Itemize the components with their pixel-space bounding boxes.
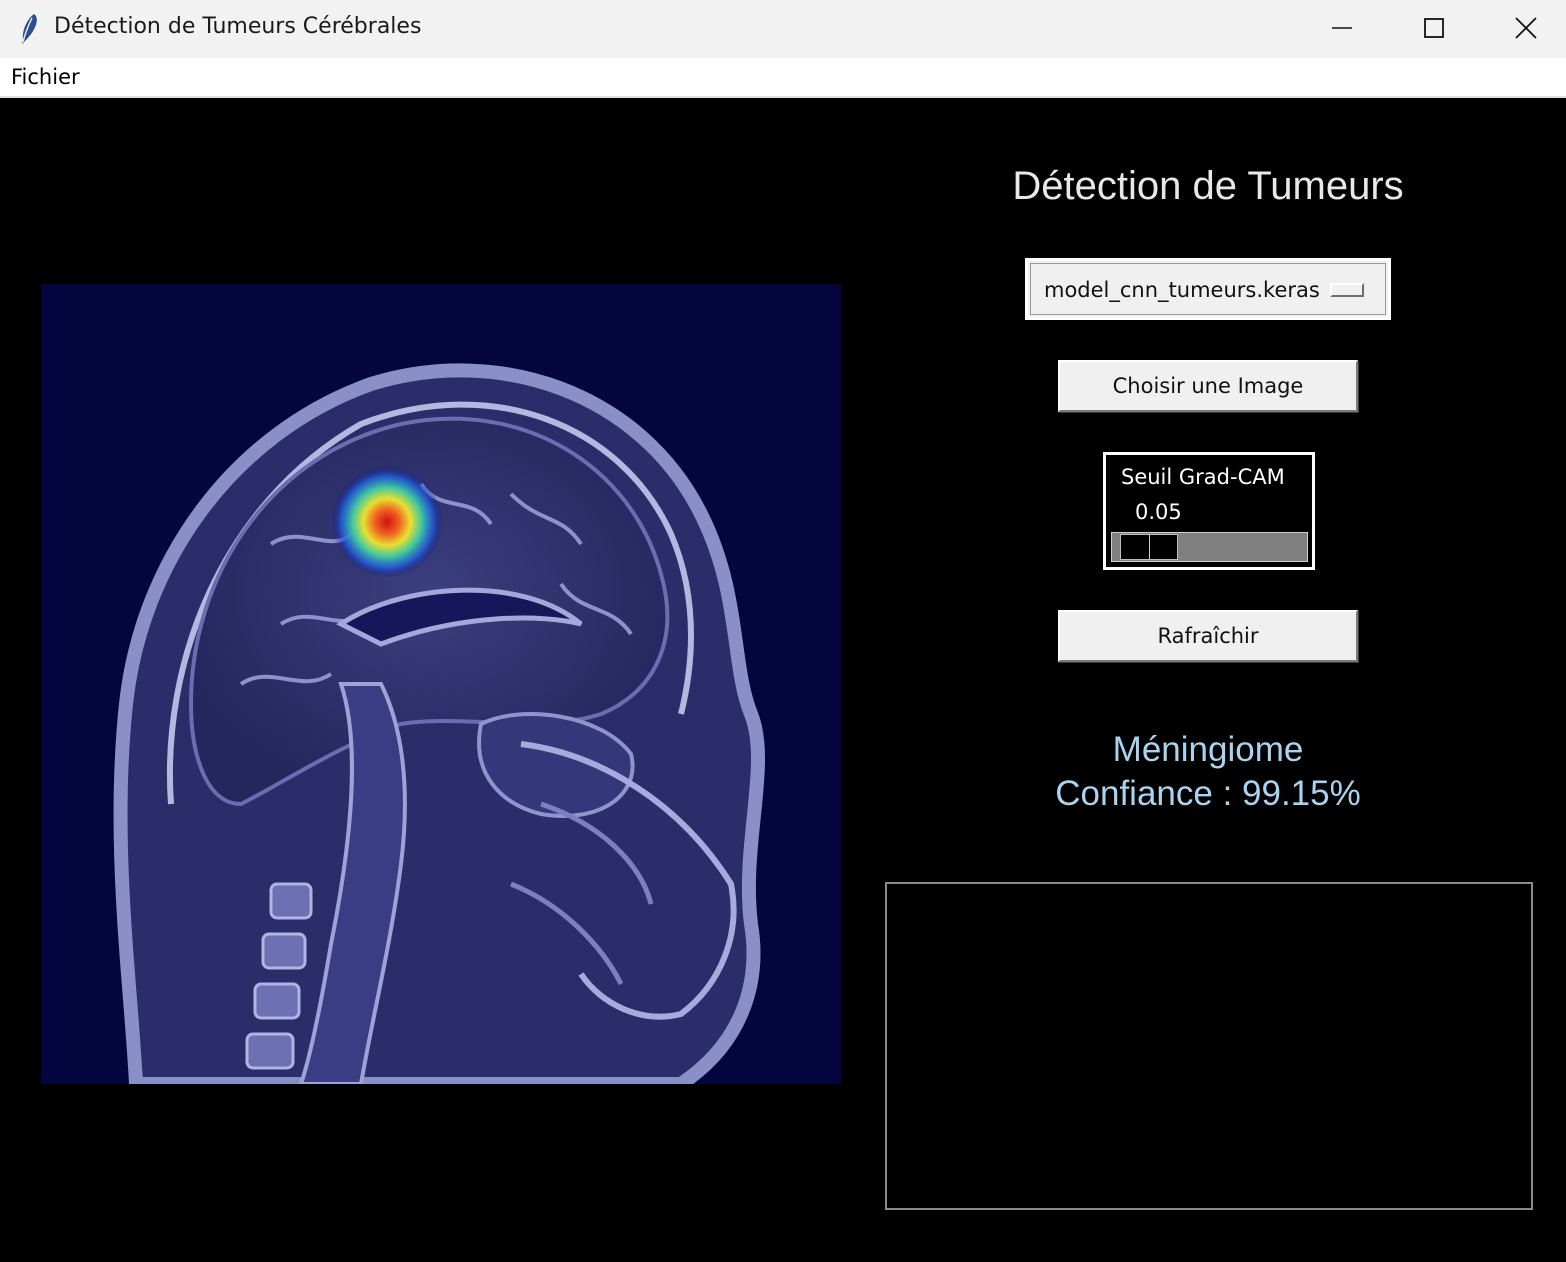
brain-scan-illustration — [41, 284, 841, 1084]
model-select[interactable]: model_cnn_tumeurs.keras — [1025, 258, 1391, 320]
threshold-label: Seuil Grad-CAM — [1121, 465, 1285, 489]
maximize-button[interactable] — [1388, 0, 1480, 56]
slider-handle-groove — [1148, 535, 1150, 559]
close-icon — [1515, 17, 1537, 39]
prediction-class: Méningiome — [1112, 730, 1304, 769]
threshold-slider-trough[interactable] — [1111, 532, 1308, 562]
gradcam-threshold-scale: Seuil Grad-CAM 0.05 — [1103, 452, 1315, 570]
feather-icon — [22, 14, 37, 44]
close-button[interactable] — [1480, 0, 1566, 56]
refresh-button[interactable]: Rafraîchir — [1058, 610, 1358, 662]
output-frame — [885, 882, 1533, 1210]
prediction-confidence: Confiance : 99.15% — [1055, 774, 1361, 813]
minimize-icon — [1332, 27, 1352, 29]
model-select-value: model_cnn_tumeurs.keras — [1044, 278, 1320, 302]
threshold-value: 0.05 — [1135, 500, 1182, 524]
threshold-slider-handle[interactable] — [1119, 534, 1178, 560]
maximize-icon — [1424, 18, 1444, 38]
main-area: Détection de Tumeurs model_cnn_tumeurs.k… — [0, 98, 1566, 1262]
mri-gradcam-image — [41, 284, 841, 1084]
panel-title: Détection de Tumeurs — [1012, 164, 1404, 208]
menu-bar: Fichier — [0, 58, 1566, 98]
window-title: Détection de Tumeurs Cérébrales — [54, 14, 422, 39]
choose-image-button[interactable]: Choisir une Image — [1058, 360, 1358, 412]
title-bar: Détection de Tumeurs Cérébrales — [0, 0, 1566, 58]
minimize-button[interactable] — [1296, 0, 1388, 56]
menu-fichier[interactable]: Fichier — [11, 65, 80, 89]
prediction-result: Méningiome Confiance : 99.15% — [908, 728, 1508, 816]
option-menu-indicator-icon — [1330, 283, 1364, 297]
